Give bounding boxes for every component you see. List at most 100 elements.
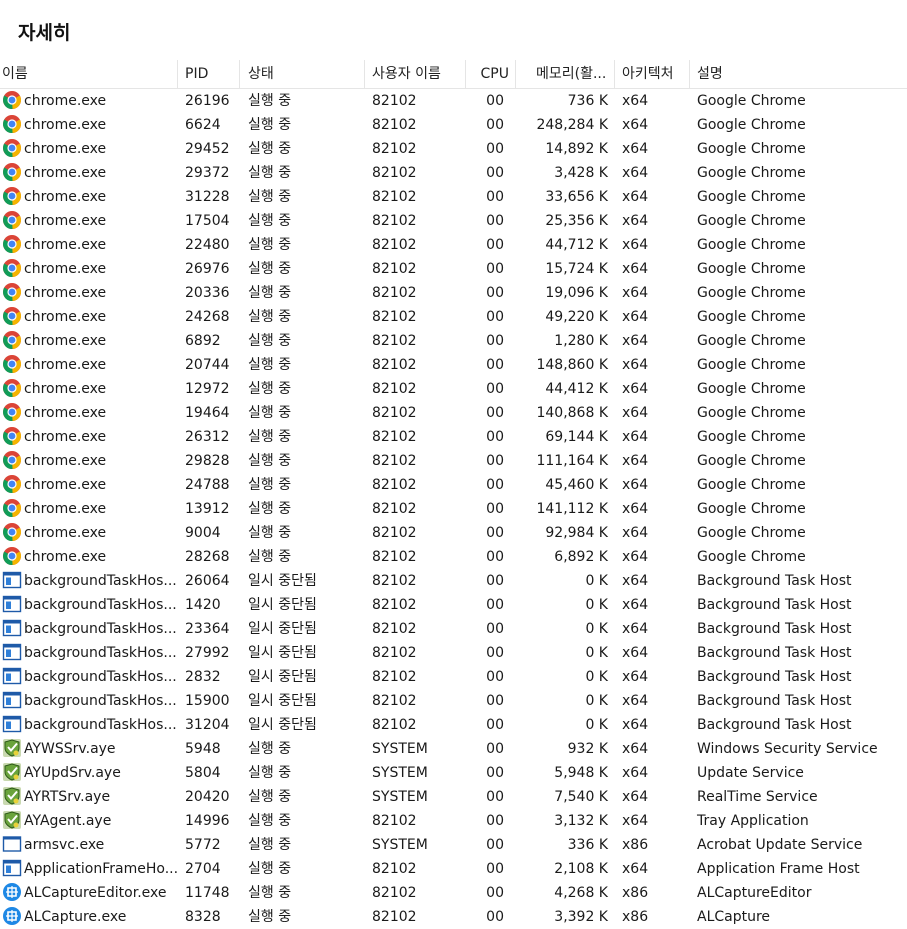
process-memory: 45,460 K xyxy=(545,477,608,493)
table-row[interactable]: chrome.exe 13912 실행 중 82102 00 141,112 K x64 Go… xyxy=(0,497,907,521)
column-header-user[interactable]: 사용자 이름 xyxy=(365,60,466,88)
process-architecture: x64 xyxy=(622,789,649,805)
process-name-cell: chrome.exe xyxy=(0,185,178,209)
column-header-status[interactable]: 상태 xyxy=(240,60,365,88)
process-user: 82102 xyxy=(372,165,417,181)
column-header-architecture[interactable]: 아키텍처 xyxy=(615,60,690,88)
table-row[interactable]: chrome.exe 24788 실행 중 82102 00 45,460 K x64 Goo… xyxy=(0,473,907,497)
table-row[interactable]: chrome.exe 29828 실행 중 82102 00 111,164 K x64 Go… xyxy=(0,449,907,473)
process-pid: 2704 xyxy=(185,861,221,877)
process-description: Google Chrome xyxy=(697,357,806,373)
process-user: 82102 xyxy=(372,909,417,925)
process-cpu: 00 xyxy=(486,333,504,349)
table-row[interactable]: chrome.exe 26976 실행 중 82102 00 15,724 K x64 Goo… xyxy=(0,257,907,281)
process-user: 82102 xyxy=(372,717,417,733)
process-cpu: 00 xyxy=(486,861,504,877)
process-memory: 736 K xyxy=(567,93,608,109)
table-row[interactable]: chrome.exe 17504 실행 중 82102 00 25,356 K x64 Goo… xyxy=(0,209,907,233)
process-name-cell: backgroundTaskHos... xyxy=(0,641,178,665)
column-header-name[interactable]: ˅ 이름 xyxy=(0,60,178,88)
table-row[interactable]: backgroundTaskHos... 26064 일시 중단됨 82102 00 0 … xyxy=(0,569,907,593)
process-description: Google Chrome xyxy=(697,453,806,469)
process-user: SYSTEM xyxy=(372,789,428,805)
table-row[interactable]: backgroundTaskHos... 2832 일시 중단됨 82102 00 0 K… xyxy=(0,665,907,689)
table-row[interactable]: backgroundTaskHos... 31204 일시 중단됨 82102 00 0 … xyxy=(0,713,907,737)
table-row[interactable]: chrome.exe 31228 실행 중 82102 00 33,656 K x64 Goo… xyxy=(0,185,907,209)
process-name: chrome.exe xyxy=(24,261,107,277)
process-status: 실행 중 xyxy=(248,261,292,277)
column-header-cpu[interactable]: CPU xyxy=(466,60,516,88)
process-name: chrome.exe xyxy=(24,237,107,253)
process-description: Background Task Host xyxy=(697,621,852,637)
chrome-icon xyxy=(2,282,22,302)
column-header-pid[interactable]: PID xyxy=(178,60,240,88)
process-cpu: 00 xyxy=(486,189,504,205)
table-row[interactable]: chrome.exe 28268 실행 중 82102 00 6,892 K x64 Goog… xyxy=(0,545,907,569)
process-architecture: x64 xyxy=(622,93,649,109)
table-row[interactable]: chrome.exe 29372 실행 중 82102 00 3,428 K x64 Goog… xyxy=(0,161,907,185)
process-memory: 0 K xyxy=(585,597,608,613)
process-user: 82102 xyxy=(372,669,417,685)
table-row[interactable]: chrome.exe 12972 실행 중 82102 00 44,412 K x64 Goo… xyxy=(0,377,907,401)
table-row[interactable]: backgroundTaskHos... 23364 일시 중단됨 82102 00 0 … xyxy=(0,617,907,641)
process-user: 82102 xyxy=(372,549,417,565)
process-pid: 20336 xyxy=(185,285,230,301)
table-row[interactable]: AYWSSrv.aye 5948 실행 중 SYSTEM 00 932 K x64 Windo… xyxy=(0,737,907,761)
process-pid: 27992 xyxy=(185,645,230,661)
chrome-icon xyxy=(2,498,22,518)
table-row[interactable]: chrome.exe 29452 실행 중 82102 00 14,892 K x64 Goo… xyxy=(0,137,907,161)
process-memory: 336 K xyxy=(567,837,608,853)
table-row[interactable]: chrome.exe 6892 실행 중 82102 00 1,280 K x64 Googl… xyxy=(0,329,907,353)
table-row[interactable]: chrome.exe 24268 실행 중 82102 00 49,220 K x64 Goo… xyxy=(0,305,907,329)
process-description: Google Chrome xyxy=(697,213,806,229)
chrome-icon xyxy=(2,90,22,110)
table-row[interactable]: armsvc.exe 5772 실행 중 SYSTEM 00 336 K x86 Acroba… xyxy=(0,833,907,857)
process-architecture: x64 xyxy=(622,765,649,781)
process-user: 82102 xyxy=(372,597,417,613)
process-cpu: 00 xyxy=(486,501,504,517)
process-name-cell: chrome.exe xyxy=(0,353,178,377)
table-row[interactable]: ALCapture.exe 8328 실행 중 82102 00 3,392 K x86 AL… xyxy=(0,905,907,929)
table-row[interactable]: chrome.exe 22480 실행 중 82102 00 44,712 K x64 Goo… xyxy=(0,233,907,257)
chrome-icon xyxy=(2,234,22,254)
table-row[interactable]: backgroundTaskHos... 15900 일시 중단됨 82102 00 0 … xyxy=(0,689,907,713)
column-header-memory[interactable]: 메모리(활... xyxy=(516,60,615,88)
process-status: 실행 중 xyxy=(248,117,292,133)
process-memory: 0 K xyxy=(585,669,608,685)
process-user: 82102 xyxy=(372,93,417,109)
process-name: chrome.exe xyxy=(24,381,107,397)
process-user: 82102 xyxy=(372,861,417,877)
table-row[interactable]: AYRTSrv.aye 20420 실행 중 SYSTEM 00 7,540 K x64 Re… xyxy=(0,785,907,809)
process-pid: 26196 xyxy=(185,93,230,109)
process-description: Acrobat Update Service xyxy=(697,837,863,853)
column-header-description[interactable]: 설명 xyxy=(690,60,907,88)
table-row[interactable]: chrome.exe 20744 실행 중 82102 00 148,860 K x64 Go… xyxy=(0,353,907,377)
table-row[interactable]: chrome.exe 26196 실행 중 82102 00 736 K x64 Google… xyxy=(0,89,907,113)
ahnlab-shield-icon xyxy=(2,810,22,830)
process-description: Google Chrome xyxy=(697,285,806,301)
process-name-cell: backgroundTaskHos... xyxy=(0,689,178,713)
table-row[interactable]: ApplicationFrameHo... 2704 실행 중 82102 00 2,10… xyxy=(0,857,907,881)
process-status: 실행 중 xyxy=(248,549,292,565)
process-description: Tray Application xyxy=(697,813,809,829)
process-name: chrome.exe xyxy=(24,165,107,181)
process-status: 실행 중 xyxy=(248,165,292,181)
table-row[interactable]: chrome.exe 9004 실행 중 82102 00 92,984 K x64 Goog… xyxy=(0,521,907,545)
process-name: chrome.exe xyxy=(24,309,107,325)
table-row[interactable]: chrome.exe 19464 실행 중 82102 00 140,868 K x64 Go… xyxy=(0,401,907,425)
process-pid: 29372 xyxy=(185,165,230,181)
chrome-icon xyxy=(2,426,22,446)
table-row[interactable]: AYAgent.aye 14996 실행 중 82102 00 3,132 K x64 Tra… xyxy=(0,809,907,833)
table-row[interactable]: chrome.exe 20336 실행 중 82102 00 19,096 K x64 Goo… xyxy=(0,281,907,305)
process-memory: 44,412 K xyxy=(545,381,608,397)
table-row[interactable]: backgroundTaskHos... 27992 일시 중단됨 82102 00 0 … xyxy=(0,641,907,665)
table-row[interactable]: AYUpdSrv.aye 5804 실행 중 SYSTEM 00 5,948 K x64 Up… xyxy=(0,761,907,785)
process-name: chrome.exe xyxy=(24,117,107,133)
table-row[interactable]: backgroundTaskHos... 1420 일시 중단됨 82102 00 0 K… xyxy=(0,593,907,617)
process-pid: 31228 xyxy=(185,189,230,205)
table-row[interactable]: chrome.exe 6624 실행 중 82102 00 248,284 K x64 Goo… xyxy=(0,113,907,137)
table-row[interactable]: ALCaptureEditor.exe 11748 실행 중 82102 00 4,268… xyxy=(0,881,907,905)
process-name-cell: armsvc.exe xyxy=(0,833,178,857)
table-row[interactable]: chrome.exe 26312 실행 중 82102 00 69,144 K x64 Goo… xyxy=(0,425,907,449)
process-architecture: x86 xyxy=(622,885,649,901)
